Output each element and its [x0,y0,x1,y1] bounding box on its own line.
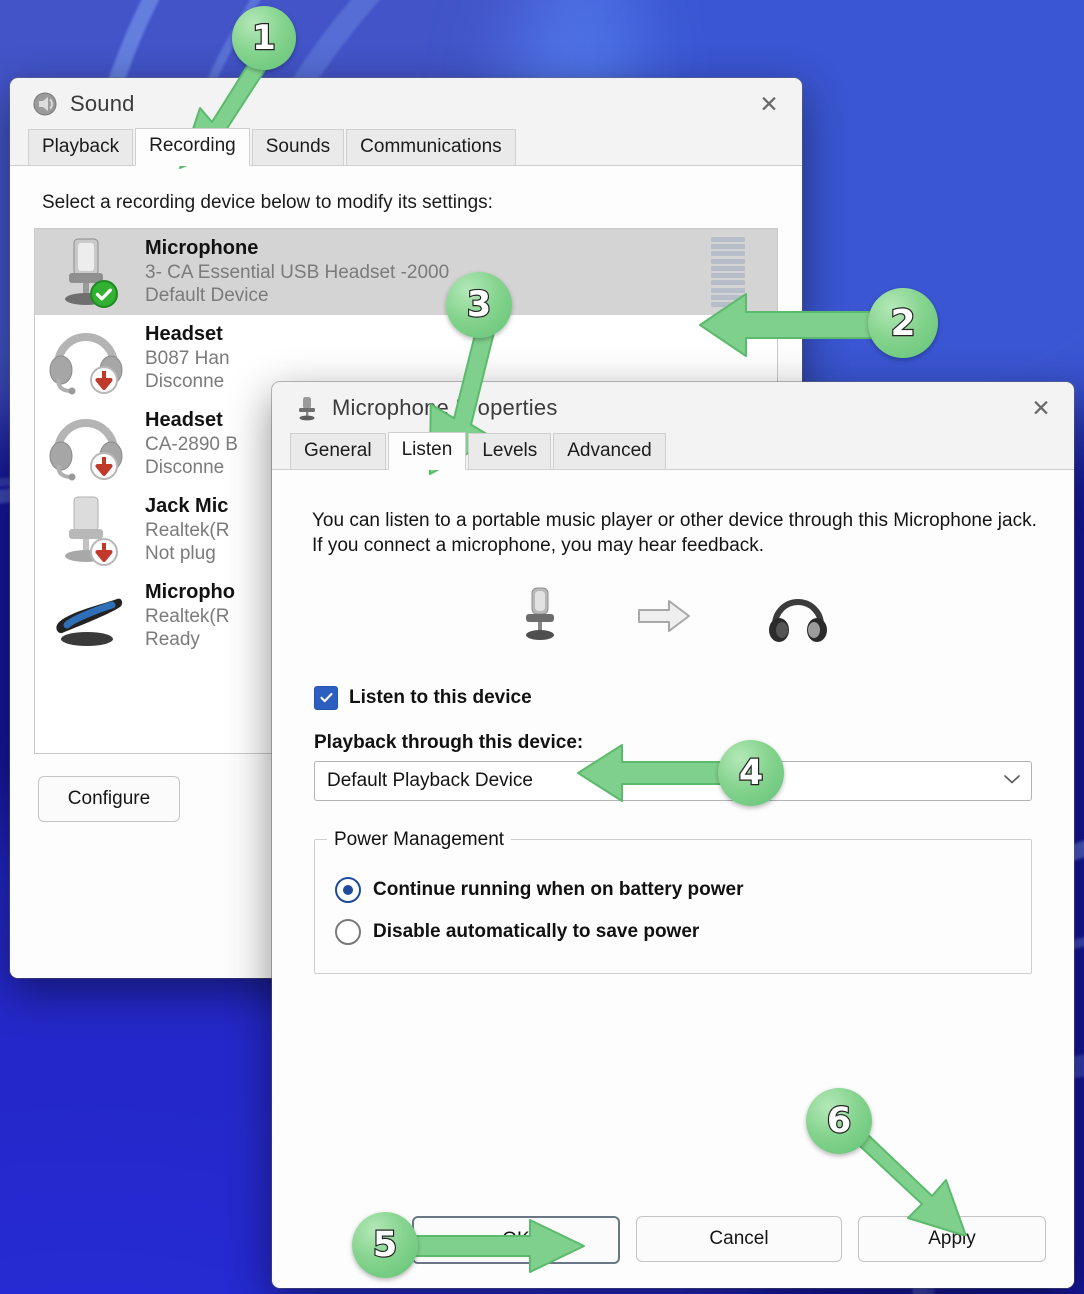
device-row-microphone[interactable]: Microphone 3- CA Essential USB Headset -… [35,229,777,315]
chevron-down-icon [1003,772,1021,789]
tab-communications[interactable]: Communications [346,129,516,166]
tab-playback[interactable]: Playback [28,129,134,166]
tab-advanced[interactable]: Advanced [553,433,666,470]
sound-dialog-title: Sound [70,91,135,116]
cancel-button[interactable]: Cancel [636,1216,842,1262]
callout-badge-5: 5 [352,1212,418,1278]
sound-dialog-titlebar: Sound ✕ [10,78,802,130]
tab-recording[interactable]: Recording [135,128,250,166]
configure-button[interactable]: Configure [38,776,180,822]
device-info: Microphone 3- CA Essential USB Headset -… [129,237,711,307]
properties-dialog-title: Microphone Properties [332,395,558,420]
microphone-icon [294,395,320,421]
desk-microphone-icon [45,233,129,311]
callout-badge-1: 1 [232,6,296,70]
speaker-icon [32,91,58,117]
microphone-properties-dialog: Microphone Properties ✕ General Listen L… [272,382,1074,1288]
properties-dialog-titlebar: Microphone Properties ✕ [272,382,1074,434]
listen-description: You can listen to a portable music playe… [312,510,1037,557]
array-microphone-icon [45,577,129,655]
disconnected-down-arrow-icon [90,452,118,480]
device-description: B087 Han [145,347,230,369]
sound-dialog-tabs: Playback Recording Sounds Communications [10,128,802,166]
tab-listen[interactable]: Listen [387,432,467,470]
listen-to-this-device-label: Listen to this device [349,686,532,708]
listen-to-this-device-row[interactable]: Listen to this device [272,670,1074,710]
callout-badge-4: 4 [718,740,784,806]
level-meter [711,237,745,307]
callout-badge-3: 3 [446,272,512,338]
playback-device-select[interactable]: Default Playback Device [314,760,1032,801]
listen-flow-illustration [272,559,1074,670]
radio-continue-running-label: Continue running when on battery power [373,878,744,900]
microphone-icon [517,585,563,652]
default-device-check-icon [90,280,118,308]
radio-disable-automatically[interactable] [335,918,361,945]
callout-badge-6: 6 [806,1088,872,1154]
recording-hint: Select a recording device below to modif… [42,192,493,213]
not-plugged-down-arrow-icon [90,538,118,566]
device-name: Microphone [145,237,259,260]
close-icon[interactable]: ✕ [742,84,796,124]
device-description: 3- CA Essential USB Headset -2000 [145,261,450,283]
playback-through-label: Playback through this device: [314,731,584,753]
tab-sounds[interactable]: Sounds [251,129,345,166]
callout-badge-2: 2 [868,288,938,358]
headset-icon [45,405,129,483]
desk-microphone-icon [45,491,129,569]
headphones-icon [767,585,829,652]
power-management-legend: Power Management [334,828,505,850]
power-management-group: Power Management Continue running when o… [314,828,1032,974]
radio-disable-automatically-label: Disable automatically to save power [373,920,700,942]
playback-device-value: Default Playback Device [327,769,533,791]
power-option-continue-running[interactable]: Continue running when on battery power [315,869,1031,911]
power-option-disable-automatically[interactable]: Disable automatically to save power [315,911,1031,953]
tab-general[interactable]: General [290,433,386,470]
apply-button[interactable]: Apply [858,1216,1046,1262]
ok-button[interactable]: OK [412,1216,620,1264]
headset-icon [45,319,129,397]
listen-to-this-device-checkbox[interactable] [314,685,338,710]
listen-tab-panel: You can listen to a portable music playe… [272,470,1074,1288]
properties-dialog-tabs: General Listen Levels Advanced [272,432,1074,470]
tab-levels[interactable]: Levels [468,433,552,470]
disconnected-down-arrow-icon [90,366,118,394]
radio-continue-running[interactable] [335,876,361,903]
check-icon [319,692,333,703]
close-icon[interactable]: ✕ [1014,388,1068,428]
device-status: Default Device [145,284,269,306]
right-arrow-icon [637,598,693,639]
